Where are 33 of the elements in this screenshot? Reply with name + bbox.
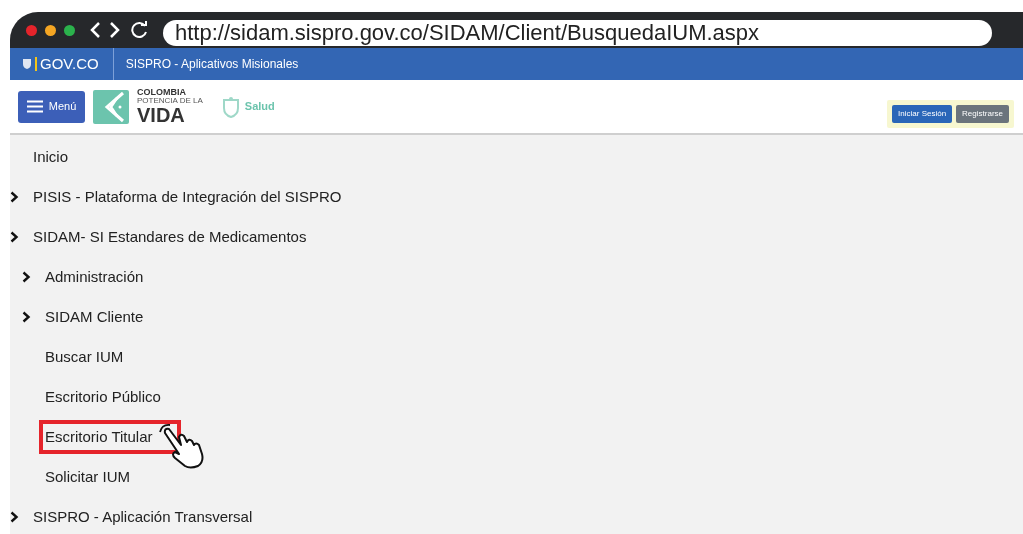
logo-text: COLOMBIA bbox=[137, 88, 187, 97]
menu-item[interactable]: SIDAM- SI Estandares de Medicamentos bbox=[33, 225, 307, 249]
menu-item[interactable]: Buscar IUM bbox=[45, 345, 124, 369]
menu-item[interactable]: Solicitar IUM bbox=[45, 465, 130, 489]
reload-icon[interactable] bbox=[131, 21, 149, 39]
chevron-right-icon[interactable] bbox=[22, 271, 31, 283]
logo-icon bbox=[93, 89, 129, 124]
menu-item[interactable]: Escritorio Público bbox=[45, 385, 161, 409]
chevron-right-icon[interactable] bbox=[22, 311, 31, 323]
site-title: SISPRO - Aplicativos Misionales bbox=[124, 56, 299, 73]
address-bar[interactable]: http://sidam.sispro.gov.co/SIDAM/Client/BusquedaIUM.aspx bbox=[163, 20, 992, 46]
coat-of-arms-icon bbox=[220, 95, 241, 118]
gov-brand[interactable]: GOV.CO bbox=[40, 52, 99, 76]
menu-button[interactable]: Menú bbox=[18, 90, 85, 123]
menu-item[interactable]: SISPRO - Aplicación Transversal bbox=[33, 505, 253, 529]
pointing-hand-icon bbox=[156, 423, 205, 469]
menu-icon bbox=[26, 100, 43, 113]
url-text: http://sidam.sispro.gov.co/SIDAM/Client/BusquedaIUM.aspx bbox=[175, 22, 760, 44]
chevron-right-icon[interactable] bbox=[10, 231, 19, 243]
menu-item[interactable]: Inicio bbox=[33, 145, 69, 169]
register-button[interactable]: Registrarse bbox=[956, 104, 1009, 123]
menu-item[interactable]: PISIS - Plataforma de Integración del SISPRO bbox=[33, 185, 342, 209]
login-button[interactable]: Iniciar Sesión bbox=[892, 104, 953, 123]
ministry-name: Salud bbox=[244, 99, 275, 115]
chevron-right-icon[interactable] bbox=[10, 191, 19, 203]
logo-subtitle: POTENCIA DE LA bbox=[137, 97, 203, 105]
shield-icon bbox=[22, 58, 32, 70]
menu-item[interactable]: Administración bbox=[45, 265, 144, 289]
forward-icon[interactable] bbox=[109, 21, 121, 39]
menu-item[interactable]: SIDAM Cliente bbox=[45, 305, 144, 329]
back-icon[interactable] bbox=[89, 21, 101, 39]
chevron-right-icon[interactable] bbox=[10, 511, 19, 523]
logo-wordmark: VIDA bbox=[137, 105, 186, 125]
